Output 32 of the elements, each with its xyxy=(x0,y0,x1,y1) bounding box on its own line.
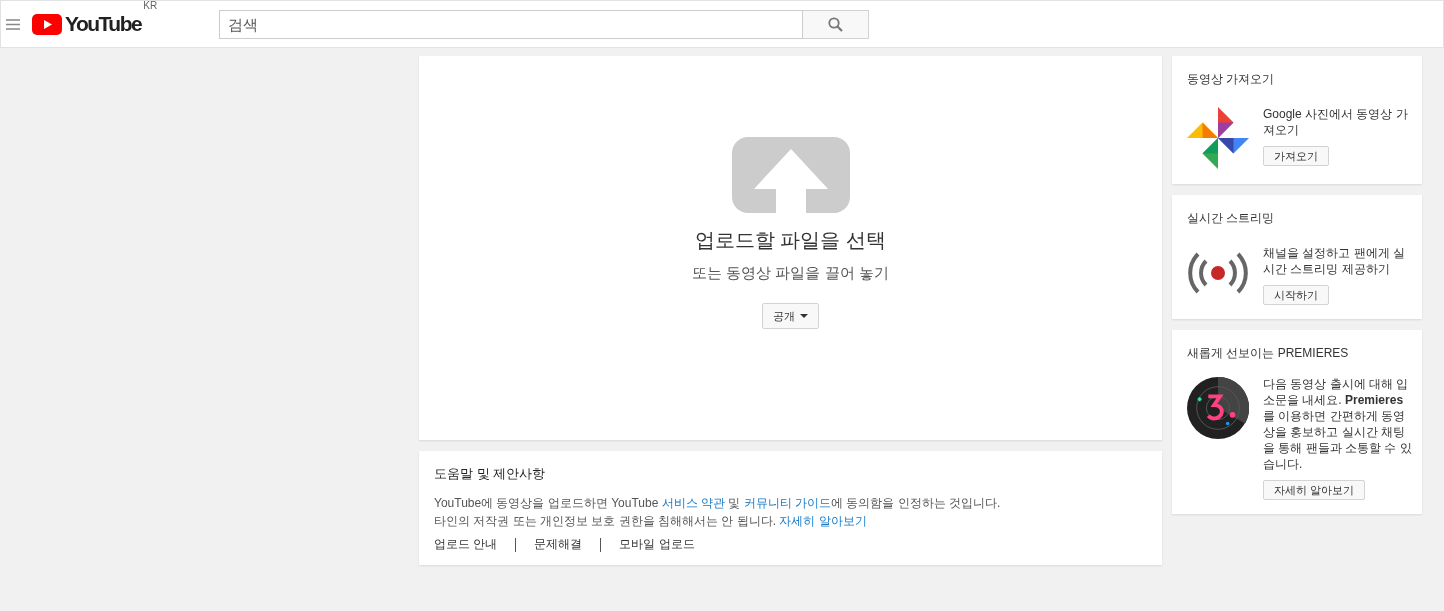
upload-title: 업로드할 파일을 선택 xyxy=(694,228,887,253)
card-button[interactable]: 자세히 알아보기 xyxy=(1263,480,1366,500)
help-title: 도움말 및 제안사항 xyxy=(434,465,547,483)
search-field[interactable]: 검색 xyxy=(219,9,804,39)
help-text: YouTube에 동영상을 업로드하면 YouTube 서비스 약관 및 커뮤니티 가이드에 동의함을 인정하는 것입니다. xyxy=(434,495,1002,512)
footer-link[interactable]: 업로드 안내 xyxy=(434,536,498,553)
privacy-dropdown[interactable]: 공개 xyxy=(762,303,819,329)
help-link[interactable]: 자세히 알아보기 xyxy=(779,514,867,528)
card-description: 채널을 설정하고 팬에게 실시간 스트리밍 제공하기 xyxy=(1263,245,1406,277)
pinwheel-icon xyxy=(1187,106,1249,170)
logo-text[interactable]: YouTube xyxy=(65,12,142,36)
card-button[interactable]: 시작하기 xyxy=(1263,285,1329,305)
card-title: 동영상 가져오기 xyxy=(1187,71,1276,88)
search-button[interactable] xyxy=(803,9,870,39)
search-icon xyxy=(828,16,844,32)
card-title: 새롭게 선보이는 PREMIERES xyxy=(1187,345,1350,362)
region-label: KR xyxy=(143,0,158,11)
card-description: 다음 동영상 출시에 대해 입소문을 내세요. Premieres를 이용하면 간편하게 동영상을 홍보하고 실시간 채팅을 통해 팬들과 소통할 수 있습니다. xyxy=(1263,376,1413,472)
upload-subtitle: 또는 동영상 파일을 끌어 놓기 xyxy=(692,264,889,283)
footer-link[interactable]: 모바일 업로드 xyxy=(619,536,695,553)
caret-icon xyxy=(800,314,808,318)
card-title: 실시간 스트리밍 xyxy=(1187,210,1276,227)
help-link[interactable]: 커뮤니티 가이드 xyxy=(743,496,831,510)
footer-link[interactable]: 문제해결 xyxy=(534,536,583,553)
card-button[interactable]: 가져오기 xyxy=(1263,146,1329,166)
countdown-icon xyxy=(1187,376,1249,440)
broadcast-icon xyxy=(1188,251,1248,295)
help-link[interactable]: 서비스 약관 xyxy=(661,496,725,510)
card-description: Google 사진에서 동영상 가져오기 xyxy=(1263,106,1409,138)
menu-icon[interactable] xyxy=(6,18,20,30)
help-text: 타인의 저작권 또는 개인정보 보호 권한을 침해해서는 안 됩니다. 자세히 알아보기 xyxy=(434,513,868,530)
play-logo-icon[interactable] xyxy=(32,13,62,35)
